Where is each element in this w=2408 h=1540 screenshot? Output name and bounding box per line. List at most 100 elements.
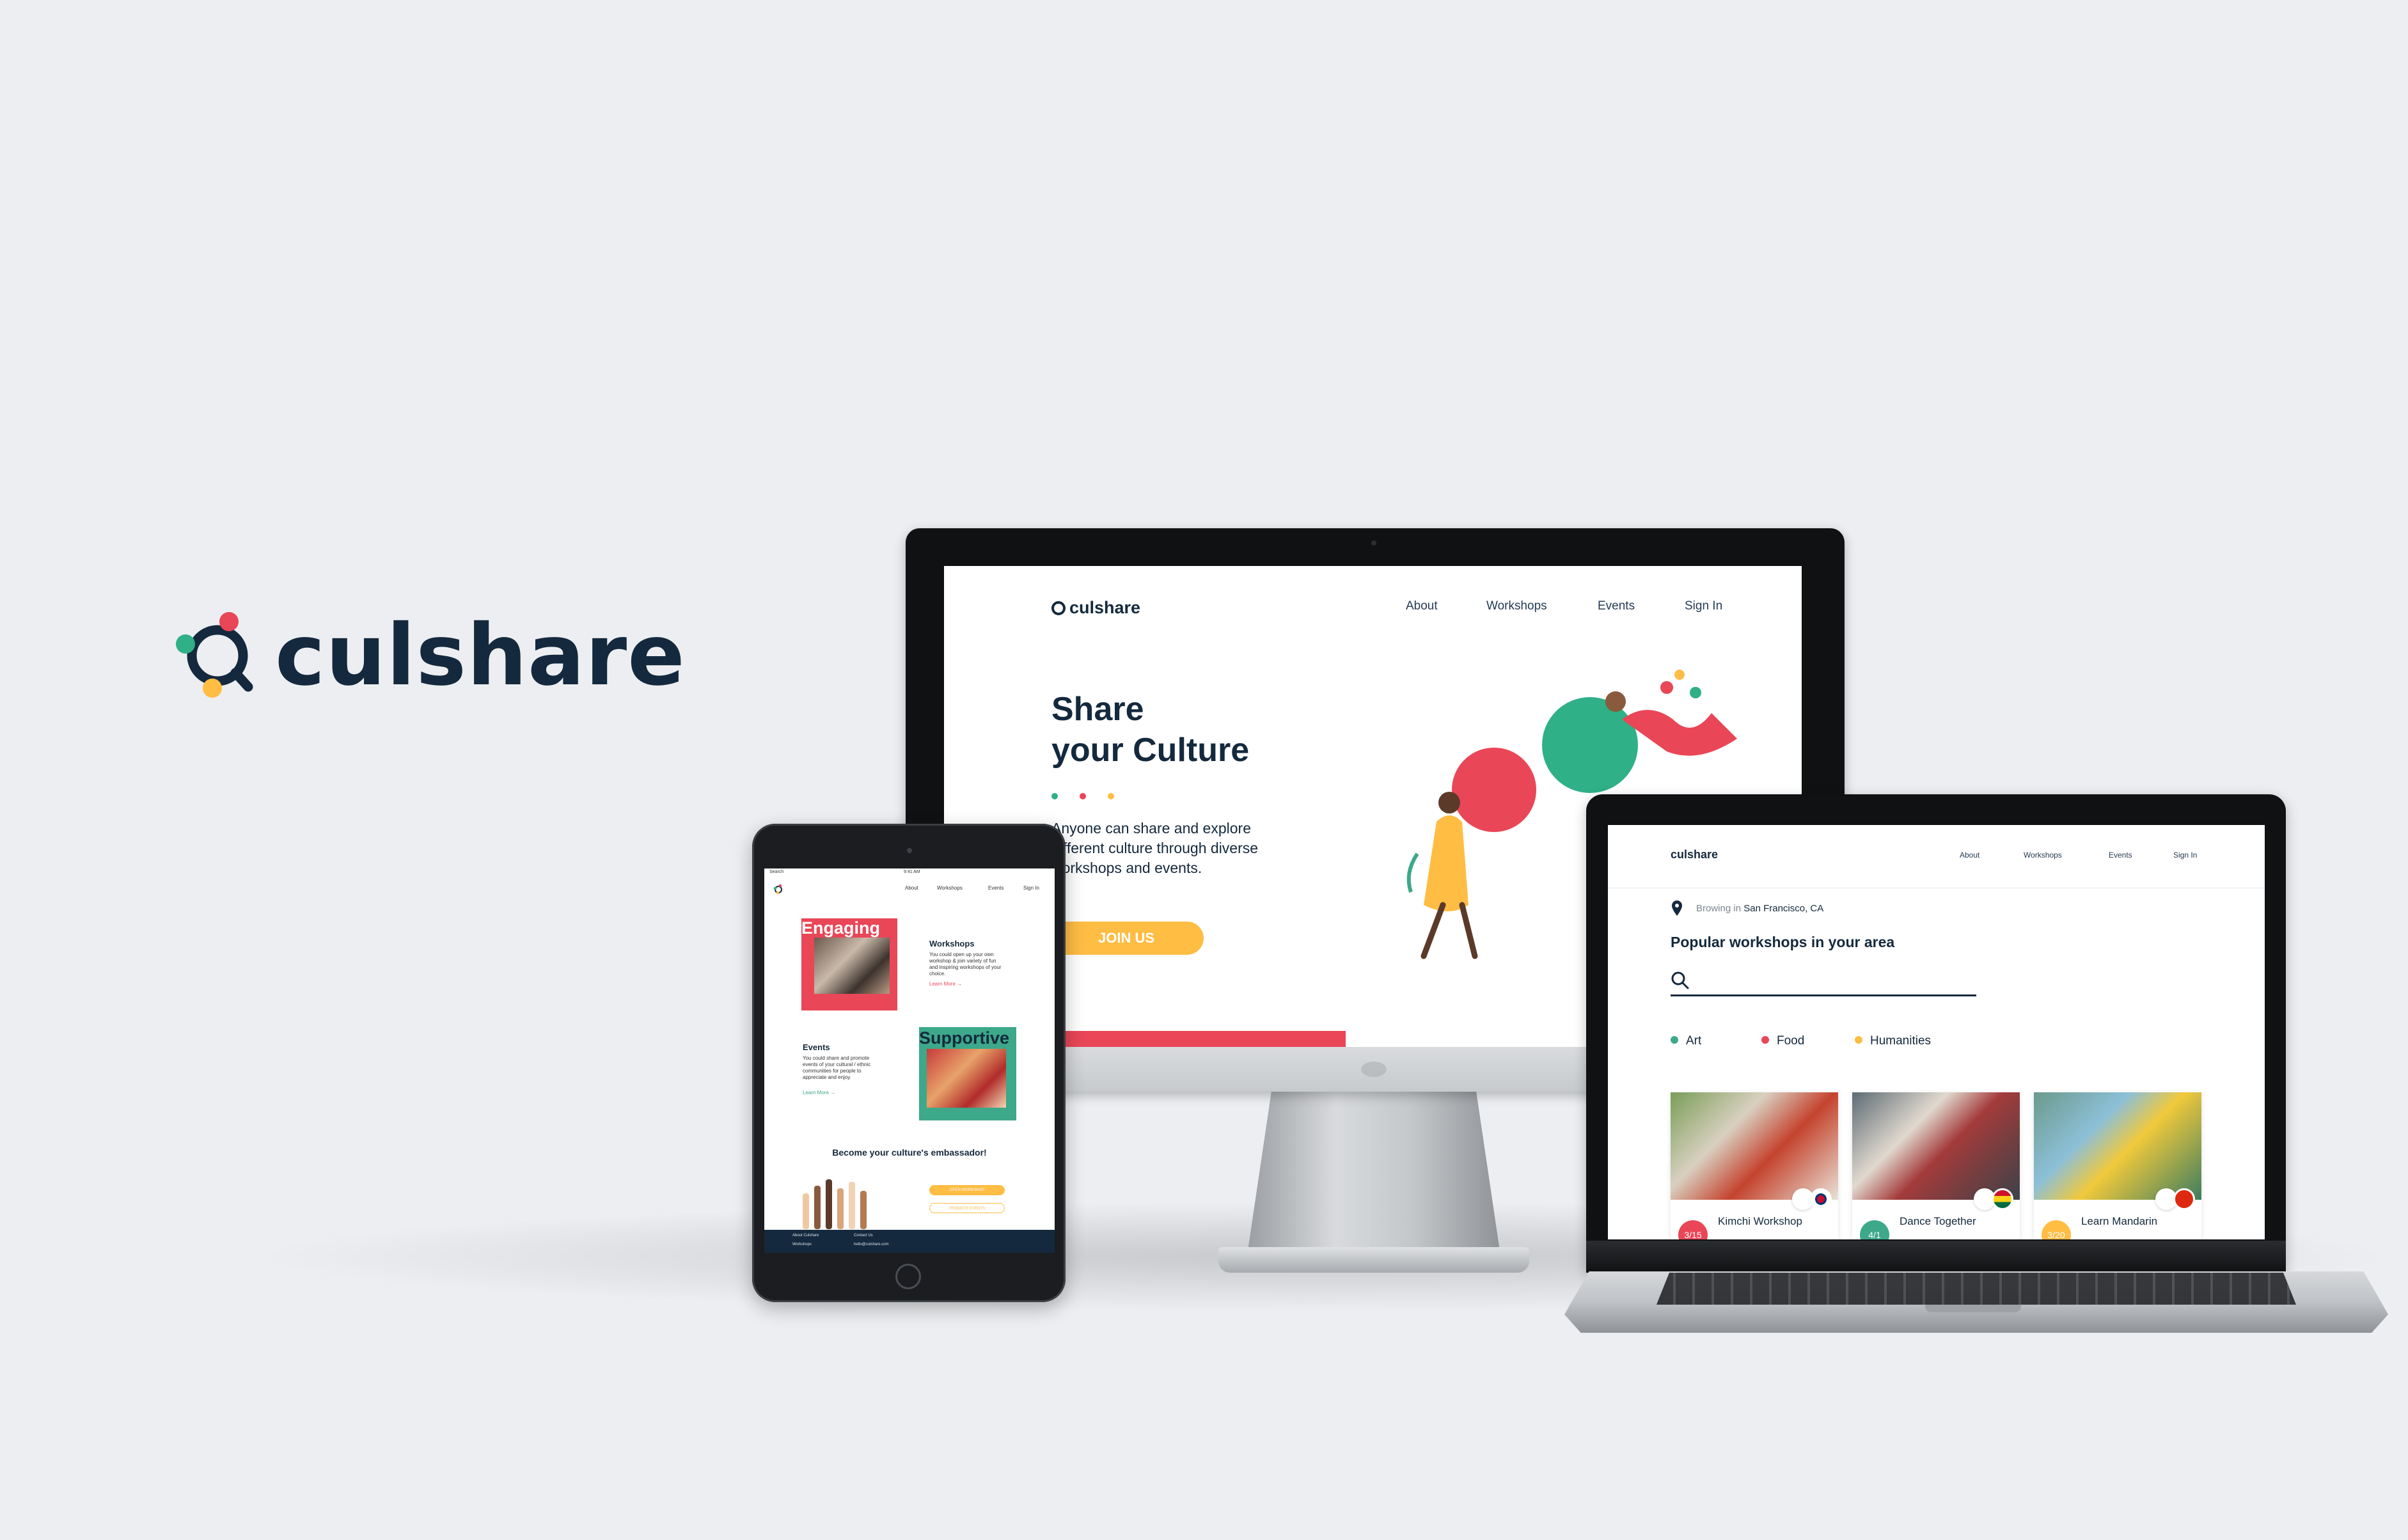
join-us-button[interactable]: JOIN US [1049,922,1204,955]
monitor-logo [1361,1062,1387,1077]
arrow-right-icon: → [957,981,963,987]
culshare-logo-mark-icon [176,612,253,698]
tablet-workshops-text: You could open up your own workshop & jo… [929,952,1002,977]
tablet-camera [907,848,912,853]
laptop-website: culshare About Workshops Events Sign In … [1608,825,2265,1239]
open-workshop-button[interactable]: OPEN WORKSHOP [929,1185,1005,1195]
date-badge: 4/1 [1860,1220,1889,1239]
laptop-nav-about[interactable]: About [1960,851,1979,860]
supportive-title: Supportive [919,1028,1010,1048]
tablet-website: Search 9:41 AM About Workshops Events Si… [764,868,1055,1253]
laptop-keyboard [1656,1273,2296,1305]
card-title: Learn Mandarin [2081,1215,2158,1227]
popular-workshops-title: Popular workshops in your area [1671,934,1895,950]
humanities-dot [1855,1036,1862,1044]
hero-title-line1: Share [1051,691,1144,728]
footer-contact-link[interactable]: Contact Us [854,1234,873,1238]
tablet-nav-events[interactable]: Events [988,885,1003,891]
desktop-hero-description: Anyone can share and explore different c… [1051,820,1259,876]
desktop-nav-workshops[interactable]: Workshops [1486,599,1547,613]
workshop-card[interactable]: 3/20 Learn Mandarin [2034,1092,2201,1239]
category-label: Food [1777,1034,1805,1048]
monitor-camera [1371,540,1376,546]
desktop-nav-about[interactable]: About [1406,599,1438,613]
desktop-nav-events[interactable]: Events [1598,599,1635,613]
tablet-logo-icon[interactable] [773,884,783,894]
workshop-search-input[interactable] [1697,971,1972,991]
kimchi-photo [1671,1092,1838,1200]
laptop-hinge [1586,1241,2286,1273]
browsing-location[interactable]: Browing in San Francisco, CA [1696,903,1823,914]
food-dot [1761,1036,1769,1044]
raised-hands-illustration [803,1179,867,1229]
tablet-nav-signin[interactable]: Sign In [1023,885,1039,891]
workshop-card[interactable]: 3/15 Kimchi Workshop [1671,1092,1838,1239]
card-title: Kimchi Workshop [1718,1215,1802,1227]
dot-green [1051,793,1058,799]
desktop-logo[interactable]: culshare [1051,598,1140,618]
location-pin-icon [1672,900,1682,916]
laptop-notch [1925,1305,2021,1312]
monitor-stand-neck [1246,1091,1502,1264]
ghana-flag-icon [1992,1188,2013,1210]
desktop-hero-title: Share your Culture [1051,689,1320,771]
arrow-right-icon: → [830,1090,836,1096]
tablet-events-heading: Events [803,1042,830,1052]
workshops-learn-more-link[interactable]: Learn More → [929,981,962,987]
culshare-mark-icon [1051,601,1066,615]
card-title: Dance Together [1900,1215,1976,1227]
browsing-city: San Francisco, CA [1743,903,1824,914]
tablet-workshops-heading: Workshops [929,939,975,948]
hero-dots [1051,791,1136,803]
art-dot [1671,1036,1678,1044]
events-learn-more-link[interactable]: Learn More → [803,1090,835,1096]
desktop-nav-signin[interactable]: Sign In [1685,599,1722,613]
china-flag-icon [2173,1188,2195,1210]
laptop-nav-signin[interactable]: Sign In [2173,851,2197,860]
date-badge: 3/15 [1678,1220,1708,1239]
brand-wordmark: culshare [275,606,686,705]
workshop-photo [814,938,890,994]
workshop-card[interactable]: 4/1 Dance Together [1852,1092,2020,1239]
date-badge: 3/20 [2042,1220,2071,1239]
monitor-stand-foot [1218,1247,1529,1273]
showcase-canvas: culshare culshare About Workshops Events… [0,0,2408,1540]
brand-logo: culshare [173,608,685,703]
laptop-nav-events[interactable]: Events [2109,851,2132,860]
desktop-red-band [1051,1031,1346,1047]
status-carrier: Search [769,870,784,874]
search-icon[interactable] [1671,971,1690,990]
footer-workshops-link[interactable]: Workshops [792,1243,812,1246]
browsing-prefix: Browing in [1696,903,1742,914]
tablet-status-bar: Search 9:41 AM [769,870,1050,874]
embassador-heading: Become your culture's embassador! [832,1147,987,1158]
dance-photo [1852,1092,2020,1200]
dot-red [1080,793,1086,799]
tablet-home-button[interactable] [895,1264,921,1289]
status-time: 9:41 AM [904,870,920,874]
dot-yellow [1108,793,1114,799]
tablet-footer: About Culshare Contact Us Workshops hell… [764,1230,1055,1253]
tablet-nav-workshops[interactable]: Workshops [937,885,963,891]
category-label: Humanities [1870,1034,1932,1048]
category-humanities[interactable]: Humanities [1855,1034,1931,1048]
learn-more-label: Learn More [803,1090,829,1096]
tablet-events-text: You could share and promote events of yo… [803,1055,871,1080]
category-art[interactable]: Art [1671,1034,1701,1048]
search-underline [1671,994,1976,996]
korea-flag-icon [1810,1188,1832,1210]
category-label: Art [1686,1034,1702,1048]
laptop-nav-workshops[interactable]: Workshops [2024,851,2062,860]
laptop-logo[interactable]: culshare [1671,848,1718,861]
events-photo [927,1049,1006,1108]
category-food[interactable]: Food [1761,1034,1804,1048]
hero-title-line2: your Culture [1051,732,1250,769]
promote-events-button[interactable]: PROMOTE EVENTS [929,1203,1005,1213]
mandarin-photo [2034,1092,2201,1200]
footer-email[interactable]: hello@culshare.com [854,1243,888,1246]
footer-about-link[interactable]: About Culshare [792,1234,819,1238]
learn-more-label: Learn More [929,981,956,987]
tablet-nav-about[interactable]: About [905,885,918,891]
engaging-title: Engaging [801,918,880,938]
desktop-logo-text: culshare [1069,598,1141,617]
